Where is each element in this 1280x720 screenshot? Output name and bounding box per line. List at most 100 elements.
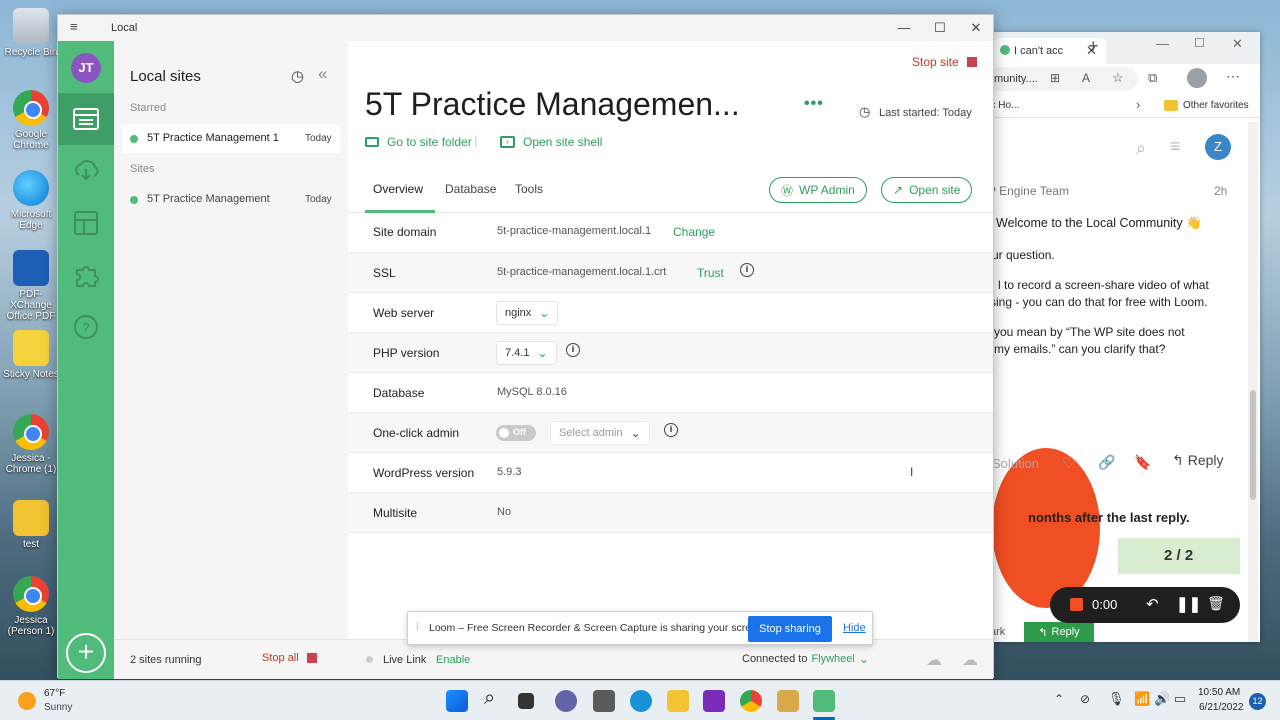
close-window-icon[interactable]: ✕: [1232, 36, 1243, 52]
network-off-icon[interactable]: ⊘: [1080, 692, 1090, 706]
edge-icon[interactable]: [630, 690, 652, 712]
task-view-icon[interactable]: [518, 693, 534, 709]
file-explorer-icon[interactable]: [667, 690, 689, 712]
calculator-icon[interactable]: [593, 690, 615, 712]
connected-flywheel[interactable]: Connected to Flywheel ⌄: [742, 652, 869, 666]
hide-share-bar-link[interactable]: Hide: [843, 622, 866, 634]
search-icon[interactable]: ⌕: [484, 687, 495, 710]
history-clock-icon[interactable]: ◷: [291, 67, 304, 85]
browser-scrollbar[interactable]: [1248, 122, 1258, 642]
tab-tools[interactable]: Tools: [515, 182, 543, 196]
desktop-icon[interactable]: Microsoft Edge: [2, 170, 60, 231]
microphone-icon[interactable]: 🎙: [1108, 691, 1125, 707]
apps-icon[interactable]: ⊞: [1050, 71, 1060, 85]
weather-temp[interactable]: 67°F: [44, 688, 65, 699]
more-options-icon[interactable]: •••: [804, 95, 824, 113]
site-item-starred[interactable]: 5T Practice Management 1 Today: [122, 125, 340, 153]
solution-button[interactable]: Solution: [992, 456, 1039, 471]
desktop-icon[interactable]: test: [2, 500, 60, 550]
stop-sharing-button[interactable]: Stop sharing: [748, 616, 832, 642]
hamburger-menu-icon[interactable]: ≡: [1170, 136, 1181, 157]
minimize-icon[interactable]: —: [889, 19, 919, 37]
notification-badge[interactable]: 12: [1249, 693, 1266, 710]
restart-icon[interactable]: ↶: [1146, 595, 1159, 613]
new-tab-icon[interactable]: +: [1088, 36, 1099, 57]
desktop-icon[interactable]: Jessica (Person 1): [2, 576, 60, 637]
snipping-tool-icon[interactable]: [777, 690, 799, 712]
weather-desc[interactable]: Sunny: [44, 702, 72, 713]
web-server-select[interactable]: nginx ⌄: [496, 301, 559, 325]
pause-icon[interactable]: ❚❚: [1176, 595, 1201, 613]
reply-primary-button[interactable]: ↰ Reply: [1024, 622, 1094, 642]
scrollbar-thumb[interactable]: [1250, 390, 1256, 500]
user-avatar[interactable]: Z: [1205, 134, 1231, 160]
enable-live-link-button[interactable]: Enable: [436, 654, 470, 666]
chat-icon[interactable]: [555, 690, 577, 712]
start-windows-icon[interactable]: [446, 690, 468, 712]
info-icon[interactable]: i: [566, 343, 580, 357]
post-author[interactable]: P Engine Team: [988, 184, 1069, 198]
desktop-icon[interactable]: PDF-XChange Office PDF: [2, 250, 60, 322]
php-version-select[interactable]: 7.4.1 ⌄: [496, 341, 557, 365]
trash-icon[interactable]: 🗑: [1207, 595, 1225, 612]
one-click-admin-toggle[interactable]: Off: [496, 425, 536, 441]
wp-admin-button[interactable]: Ⓦ WP Admin: [769, 177, 867, 203]
clock-date[interactable]: 6/21/2022: [1199, 702, 1244, 713]
minimize-icon[interactable]: —: [1156, 36, 1169, 51]
profile-icon[interactable]: [1187, 68, 1207, 88]
desktop-icon[interactable]: Google Chrome: [2, 90, 60, 151]
chevron-right-icon[interactable]: ›: [1136, 97, 1140, 112]
battery-icon[interactable]: ▭: [1174, 691, 1186, 707]
desktop-icon[interactable]: Jessica - Chrome (1): [2, 414, 60, 475]
maximize-icon[interactable]: ☐: [1194, 36, 1205, 50]
favorite-star-icon[interactable]: ☆: [1112, 70, 1124, 86]
stop-recording-icon[interactable]: [1070, 598, 1083, 611]
add-site-button[interactable]: +: [66, 633, 106, 673]
cloud-pull-icon[interactable]: ☁: [926, 650, 942, 670]
address-bar[interactable]: munity.... ⊞ A ☆: [988, 67, 1138, 91]
change-domain-link[interactable]: Change: [673, 225, 715, 239]
select-admin-dropdown[interactable]: Select admin ⌄: [550, 421, 650, 445]
open-site-button[interactable]: ↗ Open site: [881, 177, 973, 203]
extensions-icon[interactable]: ⧉: [1148, 70, 1157, 86]
help-nav[interactable]: ?: [58, 301, 114, 353]
maximize-icon[interactable]: ☐: [925, 19, 955, 37]
desktop-icon[interactable]: Recycle Bin: [2, 8, 60, 58]
hamburger-menu-icon[interactable]: ≡: [70, 19, 78, 34]
go-to-site-folder[interactable]: Go to site folder: [365, 135, 472, 149]
addons-nav[interactable]: [58, 249, 114, 301]
desktop-icon[interactable]: Sticky Notes: [2, 330, 60, 380]
wifi-icon[interactable]: 📶: [1134, 691, 1150, 707]
stop-site-button[interactable]: Stop site: [912, 55, 977, 69]
chrome-icon[interactable]: [740, 690, 762, 712]
link-icon[interactable]: 🔗: [1098, 454, 1115, 471]
reply-button[interactable]: ↰ Reply: [1172, 452, 1224, 469]
more-menu-icon[interactable]: ⋯: [1226, 68, 1240, 85]
bookmark-icon[interactable]: 🔖: [1134, 454, 1151, 471]
read-aloud-icon[interactable]: A: [1082, 71, 1090, 85]
onenote-icon[interactable]: [703, 690, 725, 712]
other-favorites[interactable]: Other favorites: [1183, 100, 1249, 111]
info-icon[interactable]: i: [740, 263, 754, 277]
cloud-push-icon[interactable]: ☁: [962, 650, 978, 670]
collapse-sidebar-icon[interactable]: «: [318, 64, 327, 84]
search-icon[interactable]: ⌕: [1136, 138, 1146, 159]
like-heart-icon[interactable]: ♡: [1062, 454, 1075, 472]
info-icon[interactable]: i: [664, 423, 678, 437]
chevron-up-icon[interactable]: ⌃: [1054, 692, 1064, 706]
tab-database[interactable]: Database: [445, 182, 496, 196]
trust-link[interactable]: Trust: [697, 266, 724, 280]
tab-overview[interactable]: Overview: [373, 182, 423, 196]
stop-all-button[interactable]: Stop all: [262, 652, 317, 664]
volume-icon[interactable]: 🔊: [1154, 691, 1170, 707]
blueprints-nav[interactable]: [58, 197, 114, 249]
clock-time[interactable]: 10:50 AM: [1198, 687, 1240, 698]
local-sites-nav[interactable]: [58, 93, 114, 145]
drag-handle-icon[interactable]: ⁞: [416, 622, 419, 633]
site-item[interactable]: 5T Practice Management Today: [122, 186, 340, 214]
connect-nav[interactable]: [58, 145, 114, 197]
local-app-icon[interactable]: [813, 690, 835, 712]
avatar[interactable]: JT: [71, 53, 101, 83]
sun-weather-icon[interactable]: [18, 692, 36, 710]
close-icon[interactable]: ✕: [961, 19, 991, 37]
